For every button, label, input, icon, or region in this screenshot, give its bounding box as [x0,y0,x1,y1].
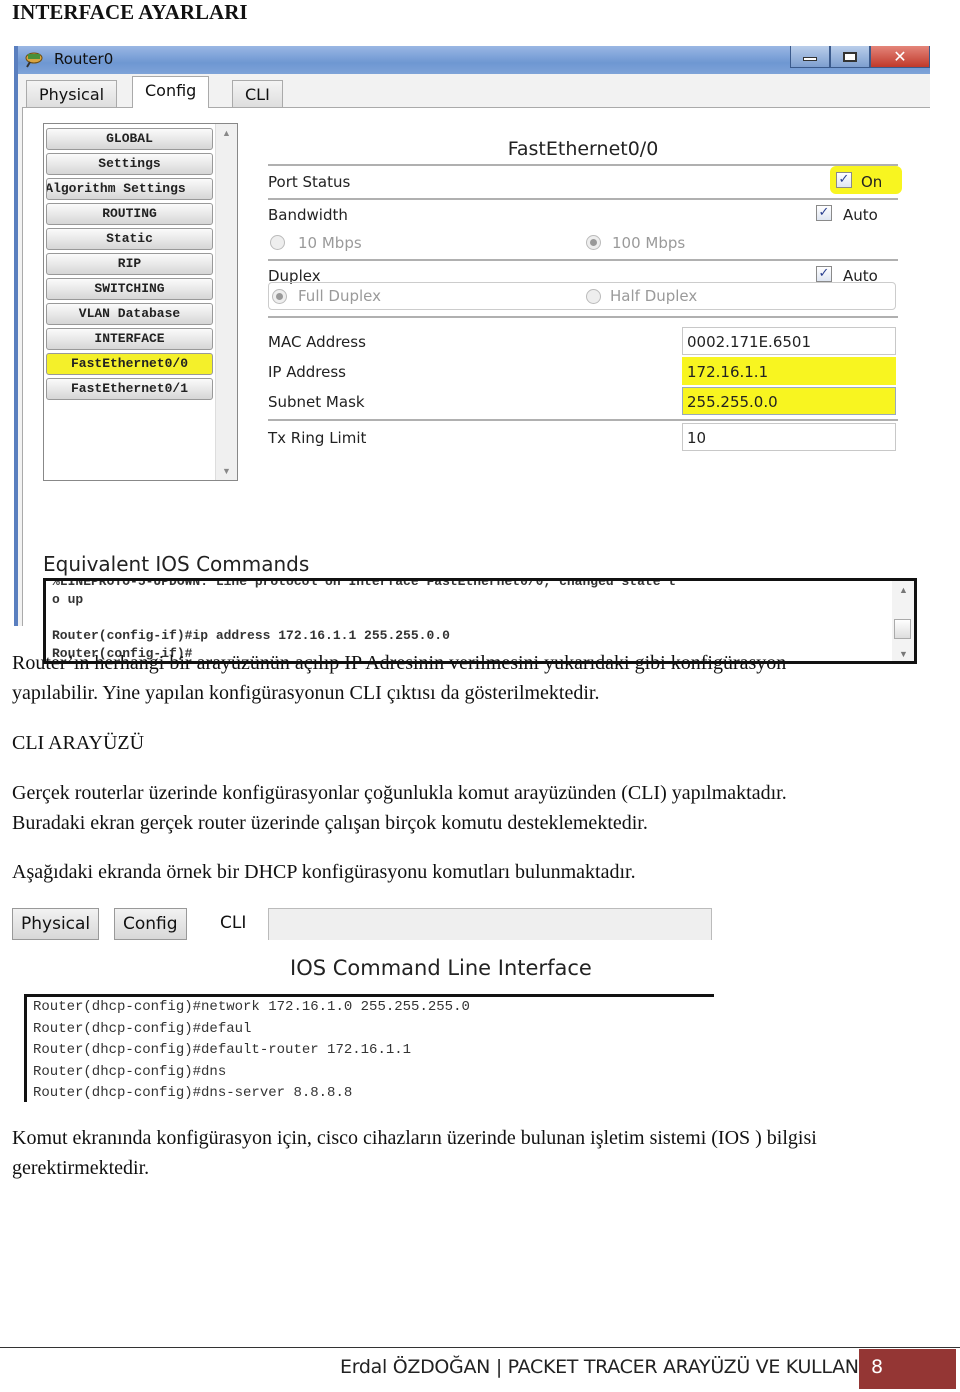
nav-routing[interactable]: ROUTING [46,203,213,225]
minimize-icon [803,56,817,61]
page-heading: INTERFACE AYARLARI [12,0,248,24]
tab-strip-filler [268,908,712,940]
radio-10mbps[interactable] [270,235,285,250]
cli-title: IOS Command Line Interface [290,956,592,980]
half-duplex-label: Half Duplex [610,287,698,305]
scroll-up-icon[interactable]: ▲ [222,128,231,138]
nav-switching[interactable]: SWITCHING [46,278,213,300]
paragraph-line: Aşağıdaki ekranda örnek bir DHCP konfigü… [12,861,636,883]
divider [268,259,898,261]
nav-static[interactable]: Static [46,228,213,250]
divider [268,316,898,318]
cli-tab-config[interactable]: Config [114,908,187,940]
page-number: 8 [859,1349,956,1389]
scroll-up-icon[interactable]: ▲ [899,585,908,595]
footer-text: Erdal ÖZDOĞAN | PACKET TRACER ARAYÜZÜ VE… [340,1356,886,1378]
equivalent-ios-title: Equivalent IOS Commands [43,552,310,576]
nav-settings[interactable]: Settings [46,153,213,175]
maximize-icon [843,51,857,62]
radio-half-duplex[interactable] [586,289,601,304]
port-status-label: Port Status [268,173,351,191]
nav-interface[interactable]: INTERFACE [46,328,213,350]
nav-scrollbar[interactable]: ▲ ▼ [215,124,237,480]
paragraph-line: Gerçek routerlar üzerinde konfigürasyonl… [12,782,787,804]
interface-title: FastEthernet0/0 [507,138,659,160]
config-panel: GLOBAL Settings Algorithm Settings ROUTI… [22,108,930,664]
ip-address-field[interactable]: 172.16.1.1 [682,357,896,385]
window-title: Router0 [54,50,114,68]
paragraph-line: Komut ekranında konfigürasyon için, cisc… [12,1127,817,1149]
cli-tab-cli[interactable]: CLI [212,908,255,940]
router-app-icon [25,52,43,68]
paragraph-line: Buradaki ekran gerçek router üzerinde ça… [12,812,648,834]
divider [268,164,898,166]
tx-ring-limit-field[interactable]: 10 [682,423,896,451]
scroll-thumb[interactable] [894,619,911,639]
full-duplex-label: Full Duplex [298,287,382,305]
port-status-on-label: On [861,173,883,191]
nav-global[interactable]: GLOBAL [46,128,213,150]
duplex-auto-checkbox[interactable]: ✓ [816,266,832,282]
cli-tab-physical[interactable]: Physical [12,908,100,940]
config-nav-list: GLOBAL Settings Algorithm Settings ROUTI… [43,123,238,481]
console-line: %LINEPROTO-5-UPDOWN: Line protocol on In… [52,578,677,589]
radio-100mbps[interactable] [586,235,601,250]
console-line: Router(dhcp-config)#default-router 172.1… [33,1042,412,1058]
nav-rip[interactable]: RIP [46,253,213,275]
console-line: Router(dhcp-config)#dns [33,1063,227,1080]
paragraph-line: yapılabilir. Yine yapılan konfigürasyonu… [12,682,600,704]
console-line: Router(dhcp-config)#defaul [33,1020,252,1037]
tab-cli[interactable]: CLI [232,80,283,108]
tx-ring-limit-label: Tx Ring Limit [268,429,367,447]
bandwidth-label: Bandwidth [268,206,348,224]
minimize-button[interactable] [790,46,830,68]
subnet-mask-label: Subnet Mask [268,393,365,411]
100mbps-label: 100 Mbps [612,234,686,252]
10mbps-label: 10 Mbps [298,234,362,252]
window-titlebar[interactable]: Router0 ✕ [18,46,930,74]
cli-console[interactable]: Router(dhcp-config)#network 172.16.1.0 2… [24,994,714,1102]
port-status-checkbox[interactable]: ✓ [836,172,852,188]
console-line: Router(dhcp-config)#dns-server 8.8.8.8 [33,1085,353,1101]
console-line: o up [52,592,84,607]
subnet-mask-field[interactable]: 255.255.0.0 [682,387,896,415]
footer-divider [0,1347,960,1348]
bandwidth-auto-label: Auto [843,206,878,224]
console-line: Router(dhcp-config)#network 172.16.1.0 2… [33,999,470,1015]
tab-physical[interactable]: Physical [26,80,118,108]
ip-address-label: IP Address [268,363,346,381]
console-scrollbar[interactable]: ▲ ▼ [892,581,914,661]
scroll-down-icon[interactable]: ▼ [899,649,908,659]
scroll-down-icon[interactable]: ▼ [222,466,231,476]
close-icon: ✕ [893,47,907,66]
radio-full-duplex[interactable] [272,289,287,304]
router-window: Router0 ✕ Physical Config CLI GLOBAL Set… [14,46,930,664]
tab-config[interactable]: Config [132,76,210,109]
paragraph-line: gerektirmektedir. [12,1157,150,1179]
nav-fastethernet0-0[interactable]: FastEthernet0/0 [46,353,213,375]
paragraph-line: Router’ın herhangi bir arayüzünün açılıp… [12,652,787,674]
nav-vlan-database[interactable]: VLAN Database [46,303,213,325]
cli-tab-strip: Physical Config CLI [12,908,712,940]
mac-address-label: MAC Address [268,333,366,351]
nav-fastethernet0-1[interactable]: FastEthernet0/1 [46,378,213,400]
mac-address-field[interactable]: 0002.171E.6501 [682,327,896,355]
maximize-button[interactable] [830,46,870,68]
tab-strip: Physical Config CLI [22,76,930,109]
bandwidth-auto-checkbox[interactable]: ✓ [816,205,832,221]
console-line: Router(config-if)#ip address 172.16.1.1 … [52,628,450,643]
divider [268,419,898,421]
nav-algorithm-settings[interactable]: Algorithm Settings [46,178,213,200]
section-heading: CLI ARAYÜZÜ [12,732,145,754]
divider [268,198,898,200]
close-button[interactable]: ✕ [870,46,930,68]
